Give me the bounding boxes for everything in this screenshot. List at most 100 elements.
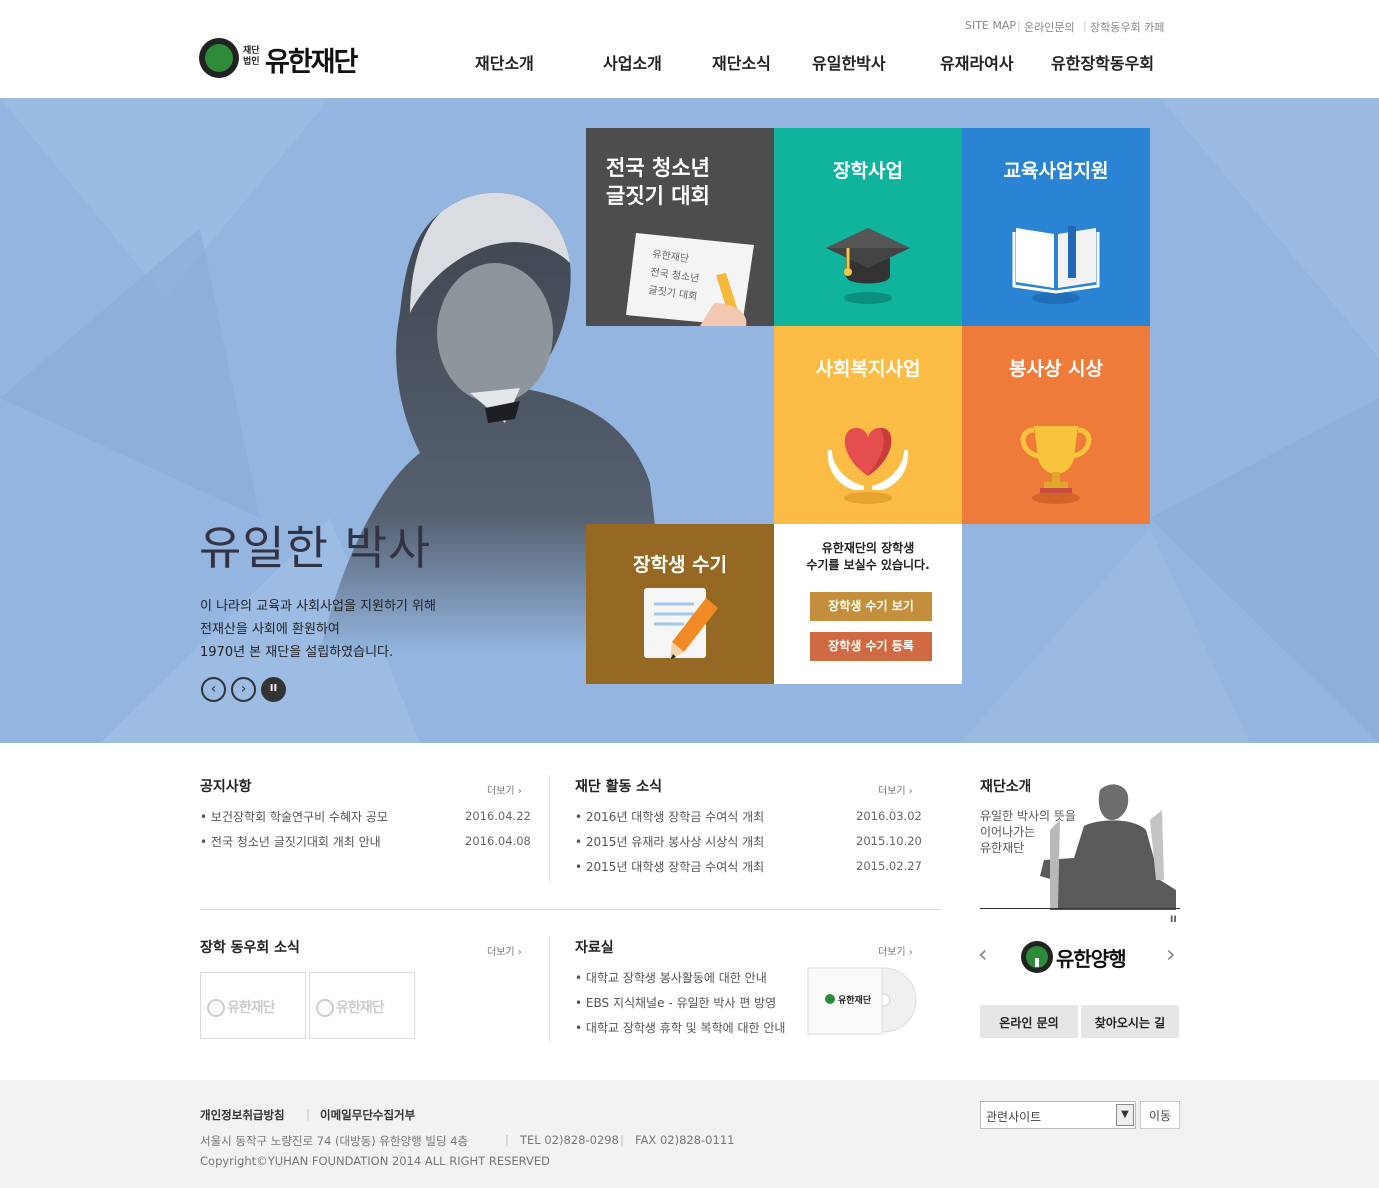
activity-date: 2016.03.02 <box>856 809 922 823</box>
memoir-pencil-icon <box>644 588 718 660</box>
divider <box>549 775 550 883</box>
directions-button[interactable]: 찾아오시는 길 <box>1081 1005 1179 1038</box>
divider <box>200 909 940 910</box>
cd-case-image: 유한재단 <box>807 967 917 1035</box>
tile-scholarship[interactable]: 장학사업 <box>774 128 962 326</box>
tile-title: 교육사업지원 <box>1003 160 1109 182</box>
tile-education-support[interactable]: 교육사업지원 <box>962 128 1150 326</box>
tile-scholar-memoir[interactable]: 장학생 수기 <box>586 524 782 684</box>
activity-item[interactable]: • 2016년 대학생 장학금 수여식 개최 <box>575 808 764 825</box>
memoir-panel: 유한재단의 장학생 수기를 보실수 있습니다. 장학생 수기 보기 장학생 수기 … <box>774 524 962 684</box>
tile-title: 사회복지사업 <box>815 358 921 380</box>
nav-business-intro[interactable]: 사업소개 <box>603 50 662 74</box>
yuhan-corp-banner[interactable]: 유한양행 <box>1020 940 1140 974</box>
archive-item[interactable]: • 대학교 장학생 휴학 및 복학에 대한 안내 <box>575 1019 785 1036</box>
util-divider: | <box>1083 19 1087 32</box>
hero-description-line: 이 나라의 교육과 사회사업을 지원하기 위해 <box>200 599 436 614</box>
footer-tel: TEL 02)828-0298 <box>520 1133 619 1147</box>
notice-date: 2016.04.22 <box>465 809 531 823</box>
notice-item[interactable]: • 보건장학회 학술연구비 수혜자 공모 <box>200 808 388 825</box>
svg-text:유한재단: 유한재단 <box>838 994 872 1006</box>
hero-description-line: 전재산을 사회에 환원하여 <box>200 622 340 637</box>
divider <box>980 908 1180 909</box>
slide-prev-button[interactable]: ‹ <box>201 677 226 702</box>
alumni-thumbnail[interactable]: 유한재단 <box>309 972 415 1039</box>
notice-date: 2016.04.08 <box>465 834 531 848</box>
tree-emblem-icon <box>199 38 239 78</box>
chevron-down-icon: ▼ <box>1116 1104 1134 1126</box>
foundation-logo-icon: 유한재단 <box>316 997 385 1017</box>
alumni-thumbnail[interactable]: 유한재단 <box>200 972 306 1039</box>
online-inquiry-button[interactable]: 온라인 문의 <box>980 1005 1078 1038</box>
activity-more-link[interactable]: 더보기 › <box>878 782 913 797</box>
nav-alumni-association[interactable]: 유한장학동우회 <box>1051 50 1154 74</box>
archive-title: 자료실 <box>575 940 614 956</box>
nav-foundation-intro[interactable]: 재단소개 <box>475 50 534 74</box>
online-inquiry-link[interactable]: 온라인문의 <box>1024 19 1075 35</box>
tile-title: 장학생 수기 <box>632 554 727 576</box>
alumni-cafe-link[interactable]: 장학동우회 카페 <box>1090 19 1164 35</box>
nav-foundation-news[interactable]: 재단소식 <box>712 50 771 74</box>
view-memoir-button[interactable]: 장학생 수기 보기 <box>810 592 932 621</box>
banner-text: 유한양행 <box>1056 947 1127 971</box>
tile-title: 전국 청소년 글짓기 대회 <box>606 156 710 208</box>
foundation-logo-icon: 유한재단 <box>207 997 276 1017</box>
go-button[interactable]: 이동 <box>1140 1101 1180 1129</box>
book-icon <box>1012 226 1100 304</box>
banner-next-button[interactable]: › <box>1166 940 1176 968</box>
footer-copyright: Copyright©YUHAN FOUNDATION 2014 ALL RIGH… <box>200 1154 550 1168</box>
memoir-description: 유한재단의 장학생 수기를 보실수 있습니다. <box>806 541 930 572</box>
trophy-icon <box>1020 426 1092 504</box>
tile-essay-contest[interactable]: 전국 청소년 글짓기 대회 유한재단 전국 청소년 글짓기 대회 <box>586 128 774 326</box>
logo-text: 유한재단 <box>265 47 358 78</box>
essay-paper-icon: 유한재단 전국 청소년 글짓기 대회 <box>626 233 754 326</box>
side-pause-button[interactable]: II <box>1170 915 1177 925</box>
nav-yu-jaera[interactable]: 유재라여사 <box>940 50 1014 74</box>
tile-social-welfare[interactable]: 사회복지사업 <box>774 326 962 524</box>
privacy-policy-link[interactable]: 개인정보취급방침 <box>200 1107 285 1123</box>
archive-more-link[interactable]: 더보기 › <box>878 943 913 958</box>
archive-item[interactable]: • 대학교 장학생 봉사활동에 대한 안내 <box>575 969 767 986</box>
hero-title: 유일한 박사 <box>199 521 432 575</box>
graduation-cap-icon <box>826 228 910 304</box>
activity-item[interactable]: • 2015년 유재라 봉사상 시상식 개최 <box>575 833 764 850</box>
alumni-more-link[interactable]: 더보기 › <box>487 943 522 958</box>
notice-more-link[interactable]: 더보기 › <box>487 782 522 797</box>
activity-item[interactable]: • 2015년 대학생 장학금 수여식 개최 <box>575 858 764 875</box>
slide-pause-button[interactable]: II <box>261 677 286 702</box>
footer-divider: | <box>620 1133 624 1147</box>
chevron-left-icon: ‹ <box>210 681 217 697</box>
hero-description-line: 1970년 본 재단을 설립하였습니다. <box>200 645 394 660</box>
notice-item[interactable]: • 전국 청소년 글짓기대회 개최 안내 <box>200 833 381 850</box>
chevron-right-icon: › <box>240 681 247 697</box>
pause-icon: II <box>269 683 278 694</box>
activity-news-title: 재단 활동 소식 <box>575 779 663 795</box>
tile-title: 장학사업 <box>833 160 903 182</box>
archive-item[interactable]: • EBS 지식채널e - 유일한 박사 편 방영 <box>575 994 776 1011</box>
header: SITE MAP | 온라인문의 | 장학동우회 카페 재단 법인 유한재단 재단… <box>0 0 1379 98</box>
tile-service-award[interactable]: 봉사상 시상 <box>962 326 1150 524</box>
activity-date: 2015.10.20 <box>856 834 922 848</box>
related-sites-select[interactable]: 관련사이트 ▼ <box>980 1101 1136 1129</box>
slide-next-button[interactable]: › <box>231 677 256 702</box>
logo-subtext: 재단 법인 <box>243 46 260 67</box>
register-memoir-button[interactable]: 장학생 수기 등록 <box>810 632 932 661</box>
footer-address: 서울시 동작구 노량진로 74 (대방동) 유한양행 빌딩 4층 <box>200 1134 469 1148</box>
footer-divider: | <box>306 1107 310 1121</box>
site-logo[interactable]: 재단 법인 유한재단 <box>199 38 379 78</box>
footer-divider: | <box>505 1133 509 1147</box>
email-refusal-link[interactable]: 이메일무단수집거부 <box>320 1107 415 1123</box>
heart-hands-icon <box>827 427 909 504</box>
related-sites-value: 관련사이트 <box>986 1110 1042 1124</box>
nav-dr-yu-ilhan[interactable]: 유일한박사 <box>812 50 886 74</box>
util-divider: | <box>1017 19 1021 32</box>
yuhan-tree-logo-icon <box>1021 941 1053 973</box>
side-foundation-desc: 유일한 박사의 뜻을 이어나가는 유한재단 <box>980 809 1076 855</box>
notice-title: 공지사항 <box>200 779 252 795</box>
banner-prev-button[interactable]: ‹ <box>978 940 988 968</box>
footer-fax: FAX 02)828-0111 <box>635 1133 735 1147</box>
side-foundation-title: 재단소개 <box>980 779 1032 795</box>
tile-title: 봉사상 시상 <box>1008 358 1103 380</box>
sitemap-link[interactable]: SITE MAP <box>965 19 1016 32</box>
divider <box>549 936 550 1042</box>
